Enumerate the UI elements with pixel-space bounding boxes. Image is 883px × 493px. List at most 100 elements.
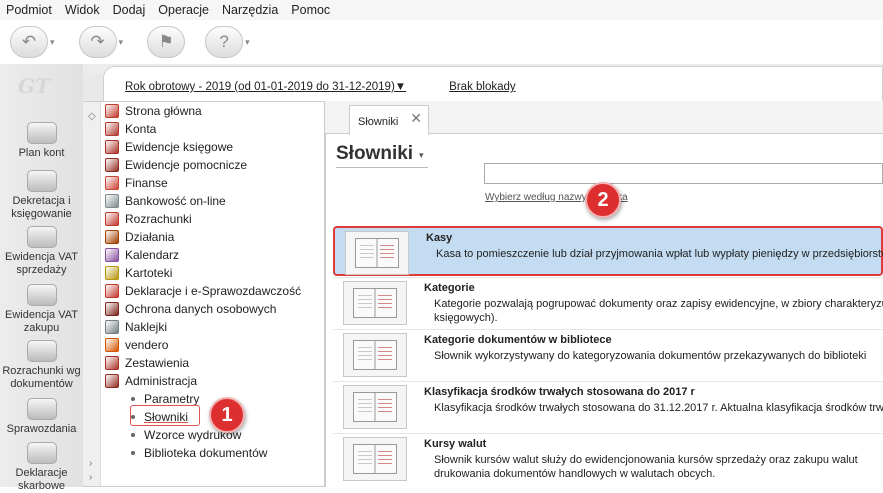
chevron-right-icon[interactable]: › bbox=[89, 458, 92, 469]
menu-pomoc[interactable]: Pomoc bbox=[291, 3, 330, 17]
tree-subitem[interactable]: Biblioteka dokumentów bbox=[131, 444, 267, 462]
forward-icon[interactable]: ↷ bbox=[78, 26, 117, 58]
flag-icon[interactable]: ⚑ bbox=[147, 26, 186, 58]
menu-bar: Podmiot Widok Dodaj Operacje Narzędzia P… bbox=[0, 0, 883, 20]
back-icon[interactable]: ↶ bbox=[10, 26, 48, 58]
pin-icon[interactable]: ◇ bbox=[88, 111, 96, 122]
book-icon-graphic bbox=[353, 288, 397, 318]
list-item[interactable]: Kategorie Kategorie pozwalają pogrupować … bbox=[333, 278, 883, 328]
tree-item[interactable]: Kalendarz bbox=[105, 246, 179, 264]
book-icon bbox=[343, 281, 407, 325]
tree-item-label: Deklaracje i e-Sprawozdawczość bbox=[125, 284, 302, 298]
bullet-icon bbox=[131, 433, 135, 437]
menu-dodaj[interactable]: Dodaj bbox=[113, 3, 146, 17]
tree-item[interactable]: Kartoteki bbox=[105, 264, 172, 282]
tree-item[interactable]: Rozrachunki bbox=[105, 210, 192, 228]
step-badge-2: 2 bbox=[585, 182, 621, 218]
tree-item[interactable]: Ochrona danych osobowych bbox=[105, 300, 276, 318]
bullet-icon bbox=[131, 451, 135, 455]
left-sidebar: GT Plan kont Dekretacja i księgowanie Ew… bbox=[0, 64, 83, 492]
divider bbox=[333, 277, 883, 278]
logo: GT bbox=[18, 74, 50, 98]
report-icon bbox=[26, 398, 57, 420]
book-icon bbox=[343, 437, 407, 481]
tree-item[interactable]: Administracja bbox=[105, 372, 197, 390]
document-icon bbox=[26, 442, 57, 464]
list-item-description: Kategorie pozwalają pogrupować dokumenty… bbox=[434, 297, 883, 325]
list-item-description: Słownik wykorzystywany do kategoryzowani… bbox=[434, 349, 883, 363]
tab-slowniki[interactable]: Słowniki ✕ bbox=[349, 105, 429, 135]
tree-item-label: Ochrona danych osobowych bbox=[125, 302, 277, 316]
help-icon[interactable]: ? bbox=[205, 26, 244, 58]
tree-item-icon bbox=[105, 104, 119, 118]
tree-item-label: Ewidencje księgowe bbox=[125, 140, 234, 154]
list-item[interactable]: Kategorie dokumentów w bibliotece Słownik… bbox=[333, 330, 883, 380]
tree-item[interactable]: Deklaracje i e-Sprawozdawczość bbox=[105, 282, 301, 300]
sidebar-item-label: Plan kont bbox=[18, 147, 65, 159]
list-item[interactable]: Kursy walut Słownik kursów walut służy do… bbox=[333, 434, 883, 484]
tree-item[interactable]: Finanse bbox=[105, 174, 168, 192]
tree-item[interactable]: Naklejki bbox=[105, 318, 167, 336]
tree-item-icon bbox=[105, 248, 119, 262]
chevron-right-icon[interactable]: › bbox=[89, 472, 92, 483]
list-item[interactable]: Kasy Kasa to pomieszczenie lub dział przy… bbox=[333, 226, 883, 276]
book-icon-graphic bbox=[355, 238, 399, 268]
tree-item-label: Rozrachunki bbox=[125, 212, 192, 226]
tree-item-icon bbox=[105, 374, 119, 388]
tree-item-icon bbox=[105, 356, 119, 370]
coins-icon bbox=[26, 284, 57, 306]
tree-item-icon bbox=[105, 194, 119, 208]
tree-item-label: Strona główna bbox=[125, 104, 202, 118]
tree-item[interactable]: Ewidencje pomocnicze bbox=[105, 156, 247, 174]
tree-item-icon bbox=[105, 176, 119, 190]
menu-widok[interactable]: Widok bbox=[65, 3, 100, 17]
chevron-down-icon[interactable]: ▾ bbox=[119, 37, 124, 48]
search-input[interactable] bbox=[484, 163, 883, 184]
fiscal-year-selector[interactable]: Rok obrotowy - 2019 (od 01-01-2019 do 31… bbox=[125, 81, 406, 93]
sidebar-item-vat-sprzedazy[interactable]: Ewidencja VAT sprzedaży bbox=[0, 226, 83, 277]
tree-item-label: Administracja bbox=[125, 374, 198, 388]
tree-subitem-label: Parametry bbox=[144, 392, 200, 406]
coins-icon bbox=[26, 226, 57, 248]
menu-operacje[interactable]: Operacje bbox=[158, 3, 209, 17]
sidebar-item-dekretacja[interactable]: Dekretacja i księgowanie bbox=[0, 170, 83, 221]
divider bbox=[333, 433, 883, 434]
divider bbox=[333, 381, 883, 382]
sidebar-item-label: Deklaracje skarbowe bbox=[15, 467, 68, 492]
tree-item-icon bbox=[105, 140, 119, 154]
tab-label: Słowniki bbox=[358, 116, 399, 128]
tree-item[interactable]: Strona główna bbox=[105, 102, 202, 120]
tree-item[interactable]: Zestawienia bbox=[105, 354, 189, 372]
close-icon[interactable]: ✕ bbox=[410, 110, 422, 127]
sidebar-item-deklaracje[interactable]: Deklaracje skarbowe bbox=[0, 442, 83, 493]
tree-item-label: Zestawienia bbox=[125, 356, 190, 370]
sidebar-item-sprawozdania[interactable]: Sprawozdania bbox=[0, 398, 83, 436]
menu-narzedzia[interactable]: Narzędzia bbox=[222, 3, 278, 17]
tree-gutter: ◇ › › bbox=[83, 102, 101, 486]
sidebar-item-plan-kont[interactable]: Plan kont bbox=[0, 122, 83, 160]
sidebar-item-rozrachunki[interactable]: Rozrachunki wg dokumentów bbox=[0, 340, 83, 391]
tree-item[interactable]: vendero bbox=[105, 336, 168, 354]
tree-item-icon bbox=[105, 230, 119, 244]
tree-item-label: Konta bbox=[125, 122, 157, 136]
chevron-down-icon[interactable]: ▾ bbox=[245, 37, 250, 48]
menu-podmiot[interactable]: Podmiot bbox=[6, 3, 52, 17]
list-item[interactable]: Klasyfikacja środków trwałych stosowana … bbox=[333, 382, 883, 432]
tree-item-label: Naklejki bbox=[125, 320, 168, 334]
tree-item[interactable]: Konta bbox=[105, 120, 156, 138]
book-icon-graphic bbox=[353, 392, 397, 422]
chevron-down-icon[interactable]: ▾ bbox=[50, 37, 55, 48]
list-item-title: Kategorie dokumentów w bibliotece bbox=[424, 334, 612, 346]
list-item-title: Klasyfikacja środków trwałych stosowana … bbox=[424, 386, 695, 398]
tree-item-label: vendero bbox=[125, 338, 169, 352]
book-icon-graphic bbox=[353, 444, 397, 474]
tree-item[interactable]: Działania bbox=[105, 228, 174, 246]
list-item-title: Kasy bbox=[426, 232, 453, 244]
tree-item[interactable]: Ewidencje księgowe bbox=[105, 138, 233, 156]
tree-item[interactable]: Bankowość on-line bbox=[105, 192, 226, 210]
sidebar-item-vat-zakupu[interactable]: Ewidencja VAT zakupu bbox=[0, 284, 83, 335]
page-title[interactable]: Słowniki bbox=[336, 143, 413, 165]
lock-status-link[interactable]: Brak blokady bbox=[449, 81, 515, 93]
chevron-down-icon[interactable]: ▾ bbox=[419, 150, 424, 161]
tree-item-label: Kartoteki bbox=[125, 266, 173, 280]
